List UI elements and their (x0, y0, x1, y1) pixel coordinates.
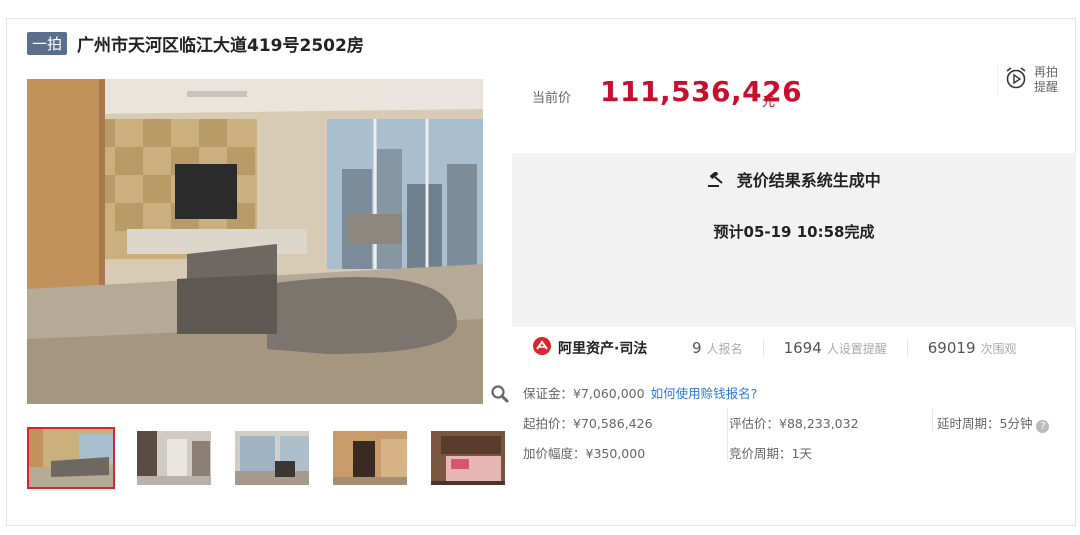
deposit-row: 保证金：¥7,060,000 如何使用赊钱报名? (523, 383, 757, 402)
divider (906, 339, 908, 357)
current-price-unit: 元 (762, 95, 776, 110)
thumbnail-4[interactable] (331, 429, 409, 487)
thumbnail-strip (27, 427, 527, 489)
thumbnail-5[interactable] (429, 429, 507, 487)
deposit-text: 保证金：¥7,060,000 (523, 386, 645, 401)
delay-period-row: 延时周期：5分钟? (937, 413, 1050, 433)
reauction-remind-label: 再拍 提醒 (1034, 65, 1059, 94)
platform-name: 阿里资产·司法 (558, 341, 648, 357)
alarm-clock-icon (1004, 66, 1028, 94)
divider (932, 409, 933, 431)
bidding-cycle: 竞价周期：1天 (729, 446, 812, 461)
result-status-title: 竞价结果系统生成中 (512, 167, 1076, 191)
help-icon[interactable]: ? (1036, 420, 1050, 433)
listing-title: 广州市天河区临江大道419号2502房 (77, 36, 364, 56)
deposit-help-link[interactable]: 如何使用赊钱报名? (651, 386, 758, 401)
current-price-label: 当前价 (532, 91, 572, 106)
price-area: 当前价 111,536,426 元 再拍 提醒 (512, 61, 1076, 153)
reauction-remind-button[interactable]: 再拍 提醒 (997, 65, 1064, 95)
thumbnail-1[interactable] (27, 427, 115, 489)
title-row: 一拍 广州市天河区临江大道419号2502房 (27, 31, 364, 56)
divider (762, 339, 764, 357)
gavel-icon (707, 170, 737, 190)
reminder-count: 1694 人设置提醒 (783, 339, 887, 357)
stats-bar: 阿里资产·司法 9 人报名 1694 人设置提醒 69019 次围观 (512, 327, 1076, 369)
thumbnail-2[interactable] (135, 429, 213, 487)
signup-count: 9 人报名 (692, 339, 743, 357)
bid-increment: 加价幅度：¥350,000 (523, 446, 646, 461)
result-expected-time: 预计05-19 10:58完成 (713, 223, 875, 241)
start-price: 起拍价：¥70,586,426 (523, 416, 653, 431)
thumbnail-3[interactable] (233, 429, 311, 487)
view-count: 69019 次围观 (927, 339, 1017, 357)
main-photo[interactable] (27, 79, 483, 404)
auction-round-badge: 一拍 (27, 32, 68, 55)
platform-logo[interactable]: 阿里资产·司法 (532, 336, 692, 360)
divider (727, 409, 728, 461)
result-panel: 竞价结果系统生成中 预计05-19 10:58完成 (512, 153, 1076, 327)
auction-card: 一拍 广州市天河区临江大道419号2502房 当前价 111,536,426 元… (6, 18, 1076, 526)
appraisal-price: 评估价：¥88,233,032 (729, 416, 859, 431)
delay-period: 延时周期：5分钟 (937, 416, 1033, 431)
ali-assets-icon (532, 336, 552, 360)
zoom-icon[interactable] (490, 384, 510, 404)
